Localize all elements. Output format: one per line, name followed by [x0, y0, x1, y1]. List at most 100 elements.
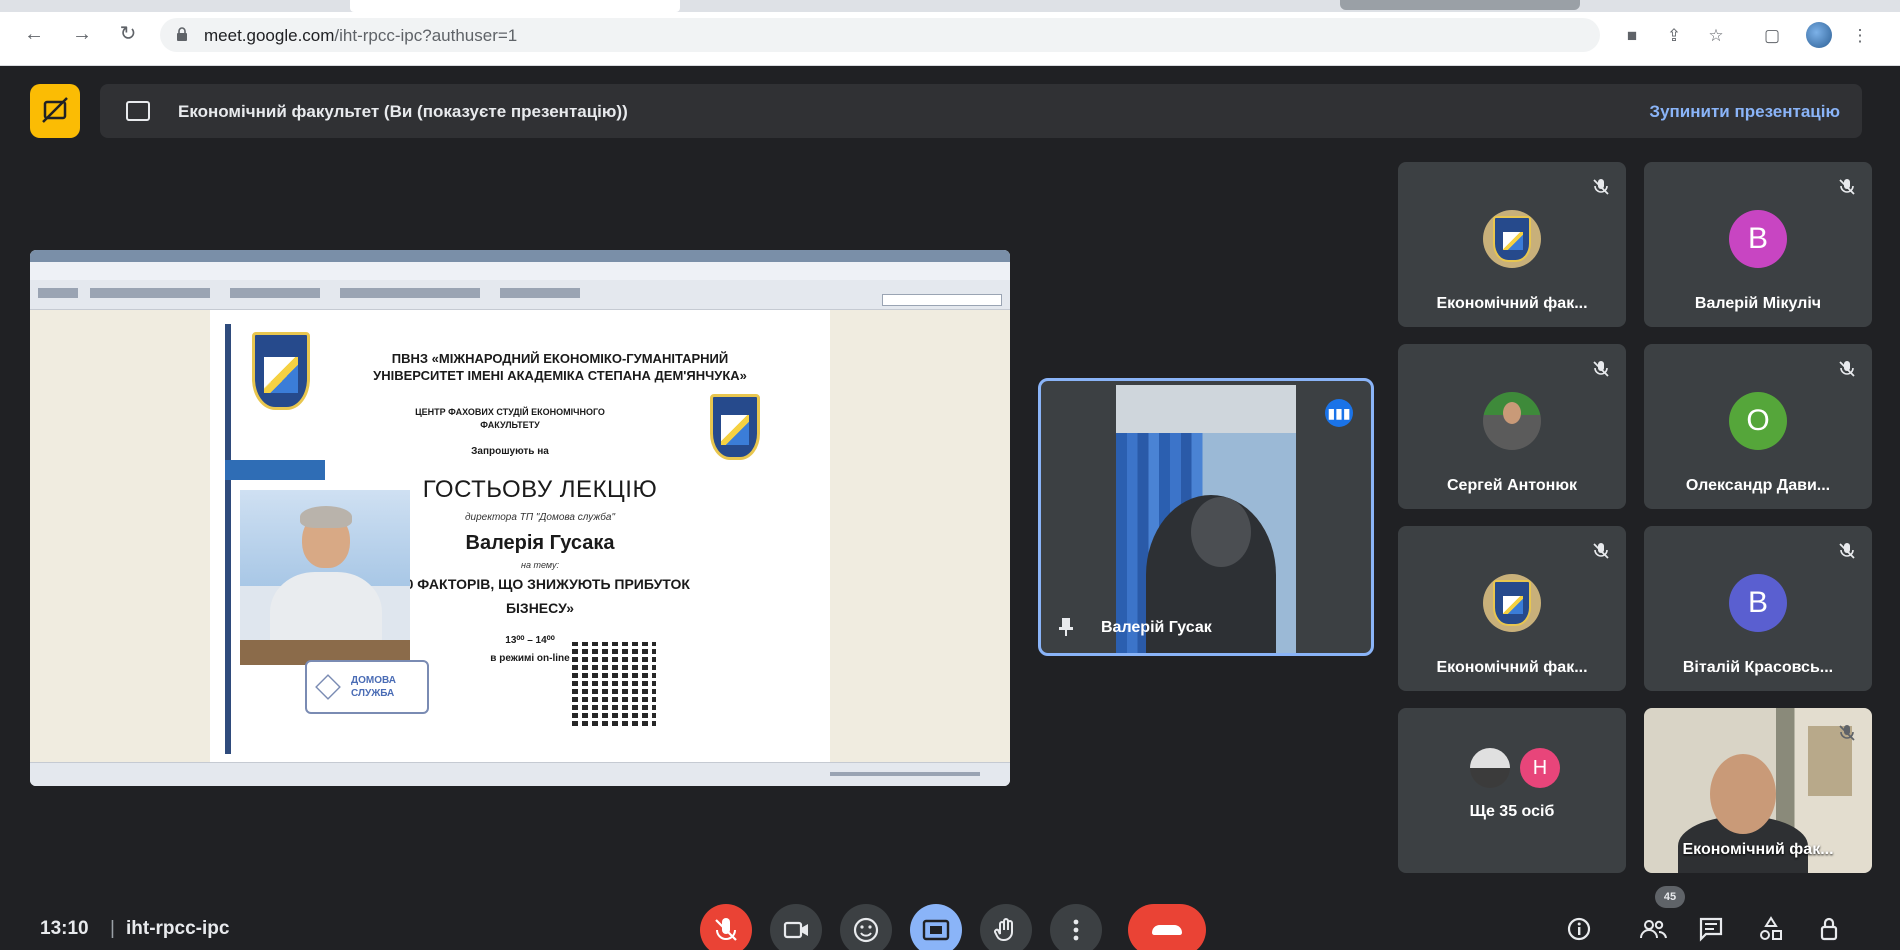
host-controls-lock-icon[interactable]	[1814, 914, 1844, 944]
lecture-poster: ПВНЗ «МІЖНАРОДНИЙ ЕКОНОМІКО-ГУМАНІТАРНИЙ…	[210, 310, 830, 762]
camera-icon	[783, 921, 808, 939]
more-participants-label: Ще 35 осіб	[1469, 803, 1555, 820]
poster-director: директора ТП "Домова служба"	[464, 512, 616, 523]
letter-avatar: Н	[1520, 748, 1560, 788]
house-icon	[315, 674, 341, 700]
participant-tile[interactable]: В Валерій Мікуліч	[1644, 162, 1872, 327]
poster-on-topic: на тему:	[521, 560, 559, 570]
meeting-info-icon[interactable]	[1564, 914, 1594, 944]
participant-name: Сергей Антонюк	[1446, 477, 1578, 494]
speaking-indicator-icon: ▮▮▮	[1325, 399, 1353, 427]
photo-avatar	[1470, 748, 1510, 788]
poster-ribbon	[225, 460, 325, 480]
chat-icon[interactable]	[1696, 914, 1726, 944]
url-text: meet.google.com/iht-rpcc-ipc?authuser=1	[204, 26, 518, 45]
poster-invites: Запрошують на	[471, 446, 549, 457]
viewer-search-box	[882, 294, 1002, 306]
presenting-title: Економічний факультет (Ви (показуєте пре…	[178, 102, 628, 121]
meeting-clock: 13:10	[40, 918, 89, 939]
mic-off-icon	[1839, 543, 1855, 559]
participant-tile[interactable]: Економічний фак...	[1398, 162, 1626, 327]
university-crest	[252, 332, 310, 410]
raise-hand-button[interactable]	[980, 904, 1032, 950]
activities-icon[interactable]	[1756, 914, 1786, 944]
qr-code	[572, 642, 656, 726]
poster-university: ПВНЗ «МІЖНАРОДНИЙ ЕКОНОМІКО-ГУМАНІТАРНИЙ…	[373, 351, 747, 383]
people-icon[interactable]	[1638, 914, 1668, 944]
presenting-bar: Економічний факультет (Ви (показуєте пре…	[100, 84, 1862, 138]
mic-off-icon	[1593, 179, 1609, 195]
menu-dots-icon[interactable]: ⋮	[1850, 26, 1870, 46]
more-vert-icon	[1073, 919, 1079, 941]
more-participants-tile[interactable]: Н Ще 35 осіб	[1398, 708, 1626, 873]
reactions-button[interactable]	[840, 904, 892, 950]
faculty-crest	[710, 394, 760, 460]
crest-avatar	[1483, 574, 1541, 632]
participant-tile[interactable]: В Віталій Красовсь...	[1644, 526, 1872, 691]
lock-icon	[177, 27, 187, 41]
participant-name: Економічний фак...	[1682, 841, 1834, 858]
mic-toggle-button[interactable]	[700, 904, 752, 950]
participant-name: Економічний фак...	[1436, 659, 1588, 676]
share-icon[interactable]: ⇪	[1664, 26, 1684, 46]
profile-avatar[interactable]	[1806, 22, 1832, 48]
participant-tile[interactable]: Сергей Антонюк	[1398, 344, 1626, 509]
letter-avatar: О	[1729, 392, 1787, 450]
toolbar-group	[340, 288, 480, 298]
participant-name: Валерій Мікуліч	[1694, 295, 1822, 312]
viewer-toolbar	[30, 280, 1010, 310]
poster-time: 13⁰⁰ – 14⁰⁰ в режимі on-line	[490, 635, 570, 664]
hang-up-icon	[1152, 925, 1182, 935]
viewer-page-area: ПВНЗ «МІЖНАРОДНИЙ ЕКОНОМІКО-ГУМАНІТАРНИЙ…	[30, 310, 1010, 762]
browser-chrome: ← → ↻ meet.google.com/iht-rpcc-ipc?authu…	[0, 0, 1900, 66]
participant-tile[interactable]: О Олександр Дави...	[1644, 344, 1872, 509]
stop-presenting-button[interactable]: Зупинити презентацію	[1649, 102, 1840, 122]
present-icon	[922, 919, 950, 941]
mic-off-icon	[1593, 543, 1609, 559]
address-bar[interactable]: meet.google.com/iht-rpcc-ipc?authuser=1	[160, 18, 1600, 52]
present-screen-icon	[126, 101, 150, 121]
side-panel-icon[interactable]: ▢	[1762, 26, 1782, 46]
camera-toggle-button[interactable]	[770, 904, 822, 950]
tab-other[interactable]	[1340, 0, 1580, 10]
zoom-slider	[830, 772, 980, 776]
reload-icon[interactable]: ↻	[116, 22, 140, 46]
domova-sluzhba-logo: ДОМОВА СЛУЖБА	[305, 660, 429, 714]
present-screen-button[interactable]	[910, 904, 962, 950]
participant-name: Валерій Гусак	[1101, 619, 1212, 636]
bookmark-star-icon[interactable]: ☆	[1706, 26, 1726, 46]
hand-icon	[994, 918, 1013, 941]
poster-lecture-title: ГОСТЬОВУ ЛЕКЦІЮ	[422, 476, 658, 503]
mic-off-icon	[1839, 179, 1855, 195]
leave-call-button[interactable]	[1128, 904, 1206, 950]
crest-avatar	[1483, 210, 1541, 268]
pin-icon[interactable]	[1057, 617, 1075, 637]
presenting-badge	[30, 84, 80, 138]
letter-avatar: В	[1729, 210, 1787, 268]
shared-screen: ПВНЗ «МІЖНАРОДНИЙ ЕКОНОМІКО-ГУМАНІТАРНИЙ…	[30, 250, 1010, 786]
participant-name: Економічний фак...	[1436, 295, 1588, 312]
speaker-photo	[240, 490, 410, 665]
letter-avatar: В	[1729, 574, 1787, 632]
more-options-button[interactable]	[1050, 904, 1102, 950]
camera-in-use-icon[interactable]: ■	[1622, 26, 1642, 46]
participant-name: Олександр Дави...	[1685, 477, 1831, 494]
self-video-tile[interactable]: Економічний фак...	[1644, 708, 1872, 873]
back-arrow-icon[interactable]: ←	[22, 22, 46, 46]
poster-topic: «10 ФАКТОРІВ, ЩО ЗНИЖУЮТЬ ПРИБУТОК БІЗНЕ…	[390, 576, 690, 616]
screen-off-icon	[42, 97, 68, 123]
photo-avatar	[1483, 392, 1541, 450]
viewer-titlebar	[30, 250, 1010, 262]
tab-meet[interactable]	[350, 0, 680, 12]
mic-off-icon	[1839, 725, 1855, 741]
pinned-video-tile[interactable]: ▮▮▮ Валерій Гусак	[1038, 378, 1374, 656]
camera-feed	[1116, 385, 1296, 653]
participant-name: Віталій Красовсь...	[1682, 659, 1834, 676]
viewer-menubar	[30, 262, 1010, 280]
participant-tile[interactable]: Економічний фак...	[1398, 526, 1626, 691]
participant-count-badge: 45	[1655, 886, 1685, 908]
tab-strip	[0, 0, 1900, 12]
forward-arrow-icon[interactable]: →	[70, 22, 94, 46]
toolbar-group	[90, 288, 210, 298]
viewer-statusbar	[30, 762, 1010, 786]
